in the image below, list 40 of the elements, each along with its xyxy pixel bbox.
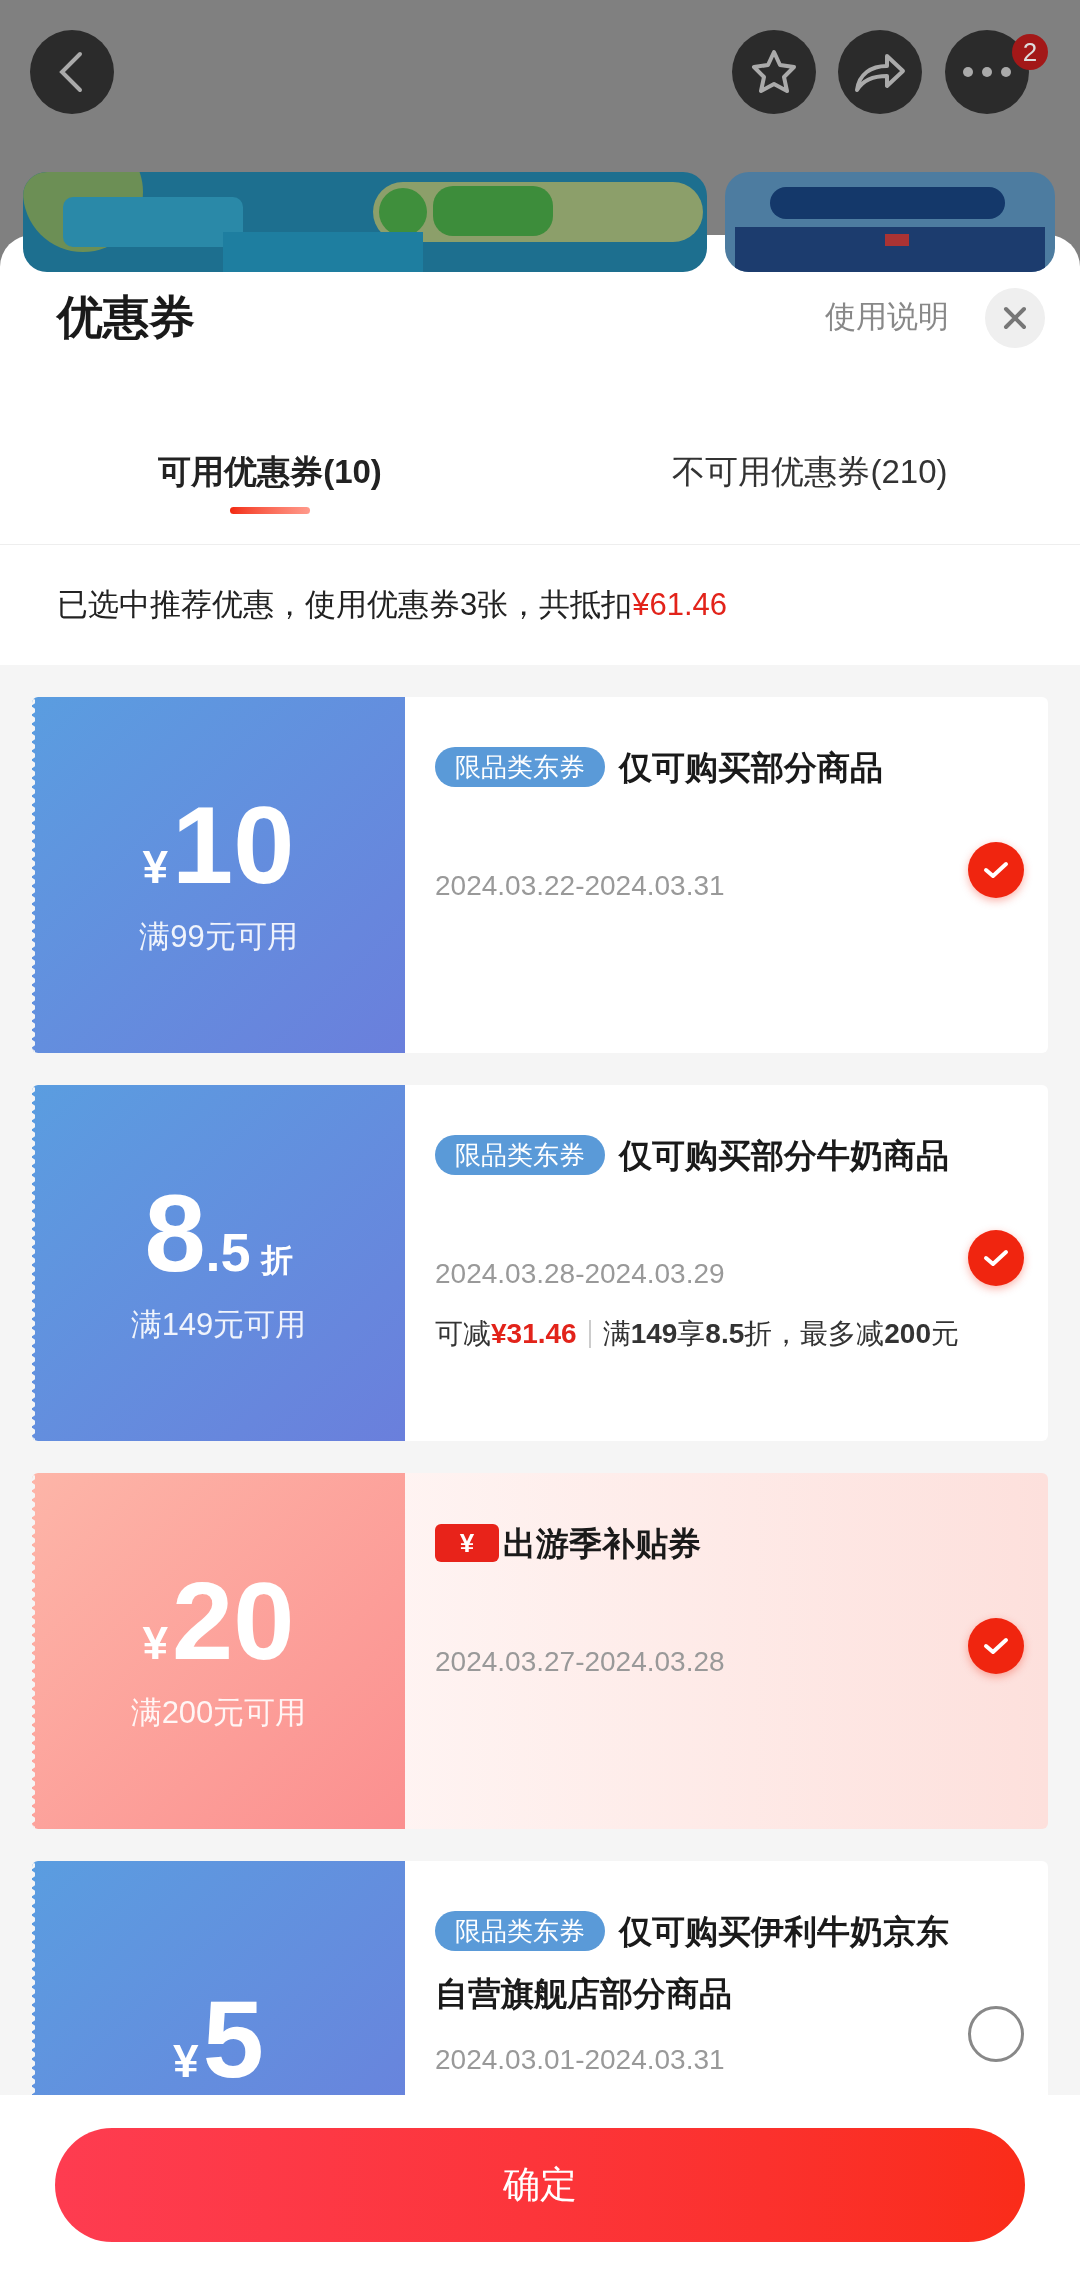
savings-text: 可减¥31.46 — [435, 1317, 577, 1351]
coupon-dates: 2024.03.22-2024.03.31 — [435, 869, 725, 903]
coupon-card[interactable]: 8.5 折 满149元可用 限品类东券 仅可购买部分牛奶商品 2024.03.28-2024.03.29 可减¥31.46 满149享8.5折，最多减200元 — [32, 1085, 1048, 1441]
coupon-title: 自营旗舰店部分商品 — [435, 1975, 732, 2012]
coupon-value: ¥20 — [142, 1565, 295, 1676]
close-icon — [1003, 305, 1027, 330]
coupon-dates: 2024.03.27-2024.03.28 — [435, 1645, 725, 1679]
usage-instructions-link[interactable]: 使用说明 — [825, 294, 949, 341]
check-icon[interactable] — [968, 1618, 1024, 1674]
coupon-condition: 满149元可用 — [130, 1305, 307, 1344]
summary-text: 已选中推荐优惠，使用优惠券3张，共抵扣 — [57, 585, 633, 624]
coupon-title: 出游季补贴券 — [503, 1525, 701, 1562]
coupon-condition: 满200元可用 — [130, 1693, 307, 1732]
more-icon — [962, 67, 1012, 77]
coupon-dates: 2024.03.01-2024.03.31 — [435, 2043, 725, 2077]
discount-rule: 满149享8.5折，最多减200元 — [602, 1317, 959, 1351]
confirm-button[interactable]: 确定 — [55, 2128, 1025, 2242]
sheet-title: 优惠券 — [57, 290, 195, 345]
coupon-card[interactable]: ¥5 限品类东券 仅可购买伊利牛奶京东 自营旗舰店部分商品 2024.03.01-2024.03.31 — [32, 1861, 1048, 2095]
coupon-card[interactable]: ¥10 满99元可用 限品类东券 仅可购买部分商品 2024.03.22-2024.03.31 — [32, 697, 1048, 1053]
coupon-title: 仅可购买部分牛奶商品 — [619, 1137, 949, 1174]
coupon-dates: 2024.03.28-2024.03.29 — [435, 1257, 725, 1291]
summary-amount: ¥61.46 — [632, 585, 728, 624]
tab[interactable]: 不可用优惠券(210) — [540, 400, 1080, 544]
coupon-title: 仅可购买伊利牛奶京东 — [619, 1913, 949, 1950]
tab[interactable]: 可用优惠券(10) — [0, 400, 540, 544]
check-icon[interactable] — [968, 1230, 1024, 1286]
coupon-value: ¥10 — [142, 789, 295, 900]
coupon-title: 仅可购买部分商品 — [619, 749, 883, 786]
ticket-badge: ¥ — [435, 1524, 499, 1563]
coupon-value: ¥5 — [173, 1984, 264, 2094]
coupon-value: 8.5 折 — [144, 1177, 293, 1288]
coupon-card[interactable]: ¥20 满200元可用 ¥ 出游季补贴券 2024.03.27-2024.03.28 — [32, 1473, 1048, 1829]
notification-badge: 2 — [1012, 34, 1048, 70]
coupon-tag: 限品类东券 — [435, 747, 605, 788]
check-icon[interactable] — [968, 842, 1024, 898]
star-icon — [749, 48, 799, 96]
coupon-tag: 限品类东券 — [435, 1911, 605, 1952]
coupon-tag: 限品类东券 — [435, 1135, 605, 1176]
coupon-condition: 满99元可用 — [139, 917, 298, 956]
